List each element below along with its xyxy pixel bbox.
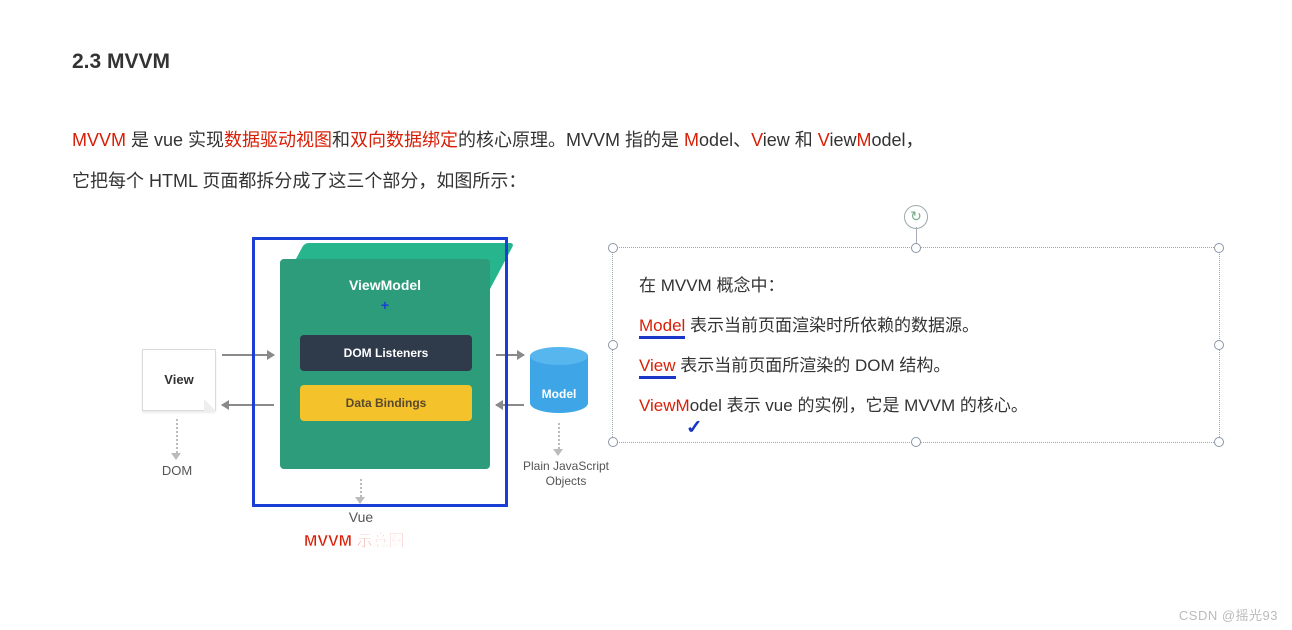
view-card: View (142, 349, 216, 411)
resize-handle[interactable] (608, 340, 618, 350)
box-line-2: Model 表示当前页面渲染时所依赖的数据源。 (639, 306, 1193, 346)
textbox[interactable]: 在 MVVM 概念中： Model 表示当前页面渲染时所依赖的数据源。 View… (612, 247, 1220, 443)
plus-mark: + (280, 297, 490, 313)
dotted-model (558, 423, 560, 449)
arrow-model-to-vm (496, 404, 524, 406)
diagram-caption: MVVM 示意图 (304, 527, 404, 551)
arrow-vm-to-model (496, 354, 524, 356)
caption-pjs: Plain JavaScript Objects (514, 459, 618, 490)
dotted-view (176, 419, 178, 453)
kw-two-way-binding: 双向数据绑定 (350, 130, 458, 150)
cap-vm-v: V (818, 130, 830, 150)
cap-vm-m: M (856, 130, 871, 150)
dotted-vue (360, 479, 362, 497)
kw-data-driven: 数据驱动视图 (224, 130, 332, 150)
textbox-selection[interactable]: ↻ 在 MVVM 概念中： Model 表示当前页面渲染时所依赖的数据源。 Vi… (612, 247, 1220, 443)
intro-paragraph: MVVM 是 vue 实现数据驱动视图和双向数据绑定的核心原理。MVVM 指的是… (72, 120, 1220, 203)
box-line-4: ViewModel 表示 vue 的实例，它是 MVVM 的核心。 ✓ (639, 386, 1193, 426)
mvvm-diagram: ViewModel + DOM Listeners Data Bindings … (72, 227, 572, 567)
watermark: CSDN @摇光93 (1179, 605, 1278, 624)
resize-handle[interactable] (1214, 340, 1224, 350)
model-label: Model (530, 387, 588, 401)
box-line-3: View 表示当前页面所渲染的 DOM 结构。 (639, 346, 1193, 386)
viewmodel-label: ViewModel (280, 277, 490, 293)
resize-handle[interactable] (911, 243, 921, 253)
resize-handle[interactable] (1214, 437, 1224, 447)
rotate-handle-icon[interactable]: ↻ (904, 205, 928, 229)
intro-line2: 它把每个 HTML 页面都拆分成了这三个部分，如图所示： (72, 171, 526, 191)
kw-viewmodel-v: View (639, 396, 676, 415)
model-cylinder: Model (530, 347, 588, 413)
box-line-1: 在 MVVM 概念中： (639, 266, 1193, 306)
caption-dom: DOM (154, 463, 200, 478)
kw-view: View (639, 356, 676, 379)
section-heading: 2.3 MVVM (72, 50, 1220, 74)
caption-vue: Vue (318, 509, 404, 525)
kw-model: Model (639, 316, 685, 339)
resize-handle[interactable] (1214, 243, 1224, 253)
arrow-view-to-vm (222, 354, 274, 356)
resize-handle[interactable] (608, 243, 618, 253)
data-bindings-bar: Data Bindings (300, 385, 472, 421)
resize-handle[interactable] (608, 437, 618, 447)
resize-handle[interactable] (911, 437, 921, 447)
cap-v: V (751, 130, 763, 150)
arrow-vm-to-view (222, 404, 274, 406)
kw-mvvm: MVVM (72, 130, 126, 150)
cap-m: M (684, 130, 699, 150)
dom-listeners-bar: DOM Listeners (300, 335, 472, 371)
